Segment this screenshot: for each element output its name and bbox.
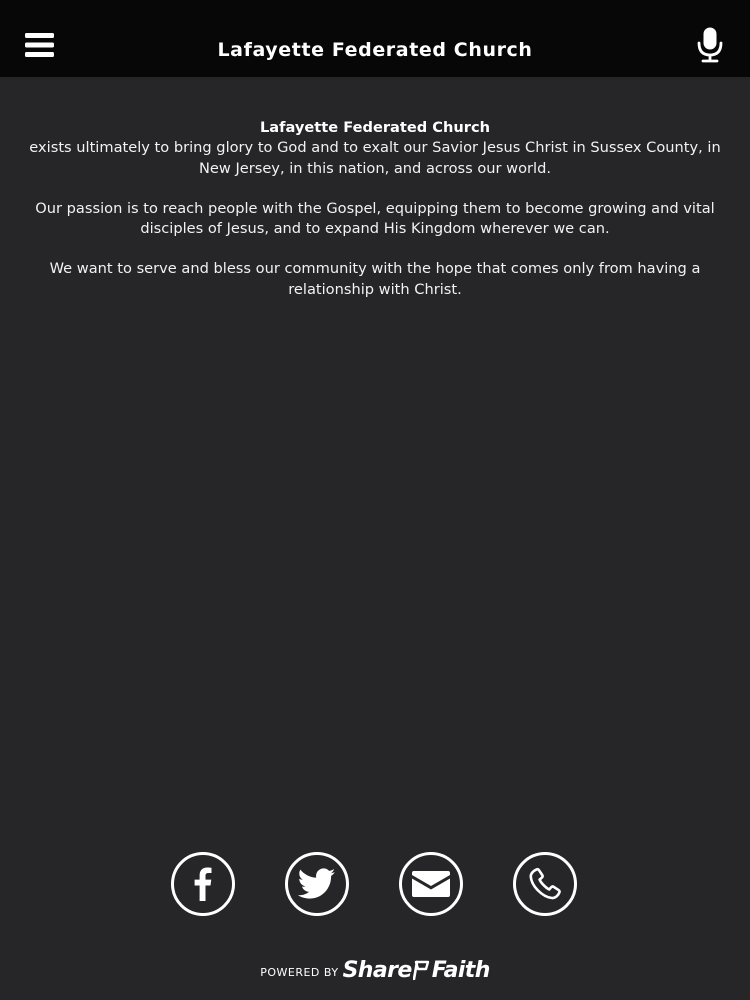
sharefaith-logo-link[interactable]: Share Faith xyxy=(342,957,491,983)
facebook-icon xyxy=(194,867,212,901)
powered-by-label: POWERED BY xyxy=(260,965,339,979)
app-screen: Lafayette Federated Church Lafayette Fed… xyxy=(0,0,750,1000)
email-button[interactable] xyxy=(399,852,463,916)
mission-statement: Lafayette Federated Church exists ultima… xyxy=(0,118,750,300)
hamburger-menu-icon xyxy=(25,33,54,57)
phone-icon xyxy=(529,867,561,900)
church-name-heading: Lafayette Federated Church xyxy=(259,119,491,136)
sharefaith-flag-icon xyxy=(412,960,429,980)
voice-search-button[interactable] xyxy=(692,26,728,64)
mission-paragraph-1: exists ultimately to bring glory to God … xyxy=(29,139,721,177)
microphone-icon xyxy=(697,27,723,63)
mission-paragraph-3: We want to serve and bless our community… xyxy=(49,260,701,298)
menu-button[interactable] xyxy=(22,27,58,63)
top-bar: Lafayette Federated Church xyxy=(0,0,750,77)
envelope-icon xyxy=(412,871,450,897)
brand-share-text: Share xyxy=(342,957,413,983)
footer: POWERED BY Share Faith xyxy=(0,955,750,985)
social-links xyxy=(0,852,750,922)
page-title: Lafayette Federated Church xyxy=(217,39,533,61)
twitter-icon xyxy=(298,868,336,899)
facebook-button[interactable] xyxy=(171,852,235,916)
brand-faith-text: Faith xyxy=(431,957,491,983)
twitter-button[interactable] xyxy=(285,852,349,916)
phone-button[interactable] xyxy=(513,852,577,916)
mission-paragraph-2: Our passion is to reach people with the … xyxy=(35,199,715,238)
